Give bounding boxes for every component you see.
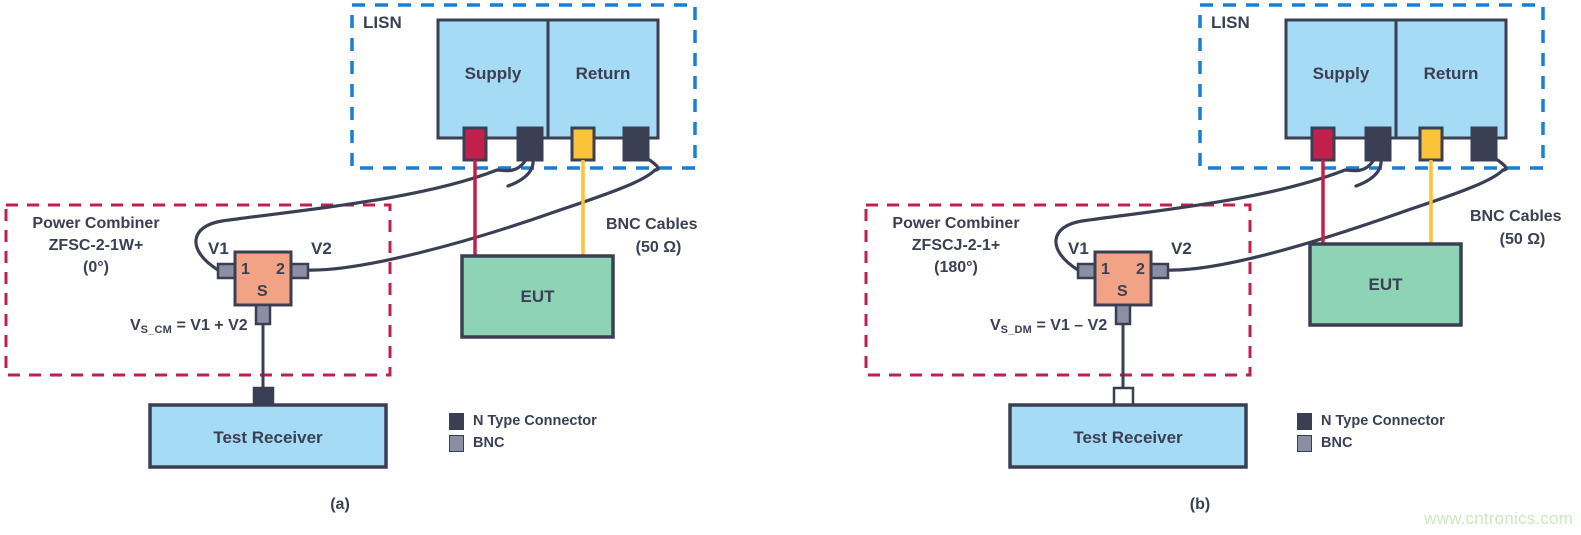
combiner-phase: (180°) [934, 259, 978, 276]
panel-a: LISN Supply Return Power Combiner ZFSC-2… [0, 0, 790, 535]
equation-subscript: S_DM [1000, 324, 1033, 336]
eut-label: EUT [1368, 275, 1403, 294]
cable-return-n-connector-lead [633, 150, 660, 172]
legend-label-n-type: N Type Connector [473, 413, 597, 429]
n-type-connector-icon [1297, 412, 1312, 430]
cable-v1-link [495, 150, 532, 173]
lisn-supply-red-connector [1310, 126, 1336, 162]
eut-label: EUT [520, 287, 555, 306]
cable-return-n-connector-lead [1481, 150, 1508, 172]
equation-rest: = V1 + V2 [172, 317, 248, 334]
equation-rest: = V1 – V2 [1032, 317, 1108, 334]
cable-v1-to-supply [194, 168, 499, 272]
panel-a-caption: (a) [330, 496, 350, 513]
combiner-equation: VS_DM = V1 – V2 [990, 316, 1107, 336]
legend-panel-a: N Type Connector BNC [449, 412, 597, 456]
equation-subscript: S_CM [140, 324, 173, 336]
lisn-title: LISN [363, 13, 402, 32]
lisn-return-label: Return [575, 64, 631, 83]
lisn-supply-label: Supply [1312, 64, 1370, 83]
cable-supply-n-connector-lead [506, 150, 535, 188]
test-receiver-label: Test Receiver [213, 428, 323, 447]
cable-v1-to-supply [1054, 168, 1347, 272]
receiver-input-connector [252, 386, 275, 408]
legend-label-bnc: BNC [1321, 435, 1353, 452]
watermark: www.cntronics.com [1424, 509, 1573, 528]
legend-item-bnc: BNC [1297, 434, 1445, 452]
panel-b: LISN Supply Return Power Combiner ZFSCJ-… [860, 0, 1581, 535]
bnc-connector-icon [1297, 434, 1312, 452]
lisn-supply-label: Supply [464, 64, 522, 83]
combiner-port1-bnc [216, 262, 240, 280]
n-type-connector-icon [449, 412, 464, 430]
combiner-port2-label: V2 [1171, 239, 1192, 258]
combiner-group-title: Power Combiner [32, 215, 160, 232]
legend-panel-b: N Type Connector BNC [1297, 412, 1445, 456]
combiner-port1-number: 1 [1101, 261, 1110, 278]
lisn-return-yellow-connector [1418, 126, 1444, 162]
combiner-port1-label: V1 [208, 239, 229, 258]
lisn-return-n-connector [1470, 126, 1498, 162]
combiner-port2-bnc [1146, 262, 1170, 280]
combiner-port2-label: V2 [311, 239, 332, 258]
lisn-return-label: Return [1423, 64, 1479, 83]
lisn-dashed-boundary [1198, 3, 1545, 170]
combiner-port1-number: 1 [241, 261, 250, 278]
combiner-port2-bnc [286, 262, 310, 280]
combiner-port2-number: 2 [276, 261, 285, 278]
combiner-sum-port-label: S [257, 283, 268, 300]
cable-supply-n-connector-lead [1354, 150, 1383, 188]
lisn-return-yellow-connector [570, 126, 596, 162]
combiner-equation: VS_CM = V1 + V2 [130, 316, 248, 336]
legend-item-bnc: BNC [449, 434, 597, 452]
receiver-input-connector [1112, 386, 1135, 408]
bnc-cables-label-line1: BNC Cables [1470, 208, 1562, 225]
lisn-supply-red-connector [462, 126, 488, 162]
diagram-canvas: LISN Supply Return Power Combiner ZFSC-2… [0, 0, 1581, 535]
bnc-cables-label-line2: (50 Ω) [635, 239, 682, 256]
combiner-phase: (0°) [83, 259, 109, 276]
lisn-title: LISN [1211, 13, 1250, 32]
combiner-sum-port-bnc [254, 303, 272, 326]
bnc-cables-label-line2: (50 Ω) [1499, 231, 1546, 248]
lisn-return-n-connector [622, 126, 650, 162]
cable-v1-link [1343, 150, 1380, 173]
lisn-supply-n-connector [516, 126, 544, 162]
bnc-connector-icon [449, 434, 464, 452]
combiner-port1-bnc [1076, 262, 1100, 280]
legend-label-n-type: N Type Connector [1321, 413, 1445, 429]
lisn-dashed-boundary [350, 3, 697, 170]
combiner-port2-number: 2 [1136, 261, 1145, 278]
legend-label-bnc: BNC [473, 435, 505, 452]
lisn-supply-n-connector [1364, 126, 1392, 162]
combiner-sum-port-bnc [1114, 303, 1132, 326]
combiner-sum-port-label: S [1117, 283, 1128, 300]
combiner-model: ZFSC-2-1W+ [48, 237, 144, 254]
test-receiver-label: Test Receiver [1073, 428, 1183, 447]
equation-prefix: V [130, 317, 141, 334]
cable-v2-to-return [304, 168, 657, 272]
cable-v2-to-return [1164, 168, 1505, 272]
panel-b-caption: (b) [1189, 496, 1211, 513]
combiner-group-title: Power Combiner [892, 215, 1020, 232]
combiner-port1-label: V1 [1068, 239, 1089, 258]
legend-item-n-type: N Type Connector [1297, 412, 1445, 430]
combiner-model: ZFSCJ-2-1+ [911, 237, 1001, 254]
bnc-cables-label-line1: BNC Cables [606, 216, 698, 233]
legend-item-n-type: N Type Connector [449, 412, 597, 430]
equation-prefix: V [990, 317, 1001, 334]
